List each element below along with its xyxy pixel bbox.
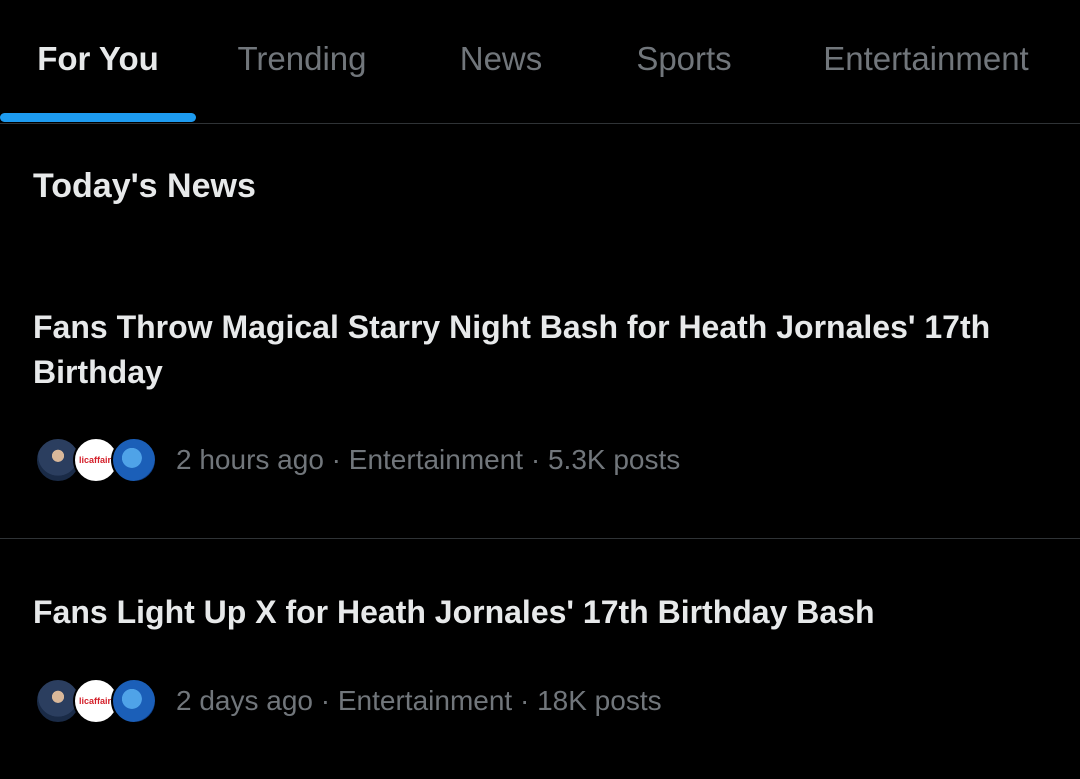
news-story[interactable]: Fans Light Up X for Heath Jornales' 17th… xyxy=(0,539,1080,779)
story-title[interactable]: Fans Light Up X for Heath Jornales' 17th… xyxy=(33,590,1023,635)
section-title: Today's News xyxy=(33,167,256,205)
avatar xyxy=(111,437,157,483)
avatar-stack: licaffairs xyxy=(35,437,176,483)
avatar-stack: licaffairs xyxy=(35,678,176,724)
tab-sports[interactable]: Sports xyxy=(636,40,731,78)
news-story[interactable]: Fans Throw Magical Starry Night Bash for… xyxy=(0,255,1080,538)
tab-for-you[interactable]: For You xyxy=(37,40,159,78)
story-meta-text: 2 days ago · Entertainment · 18K posts xyxy=(176,685,662,716)
tab-news[interactable]: News xyxy=(460,40,543,78)
active-tab-indicator xyxy=(0,113,196,122)
story-title[interactable]: Fans Throw Magical Starry Night Bash for… xyxy=(33,305,1023,395)
story-meta-text: 2 hours ago · Entertainment · 5.3K posts xyxy=(176,444,681,475)
story-meta: licaffairs 2 hours ago · Entertainment ·… xyxy=(35,435,680,485)
tab-entertainment[interactable]: Entertainment xyxy=(823,40,1028,78)
story-meta: licaffairs 2 days ago · Entertainment · … xyxy=(35,676,662,726)
top-tab-bar: For You Trending News Sports Entertainme… xyxy=(0,0,1080,124)
avatar xyxy=(111,678,157,724)
tab-trending[interactable]: Trending xyxy=(237,40,366,78)
